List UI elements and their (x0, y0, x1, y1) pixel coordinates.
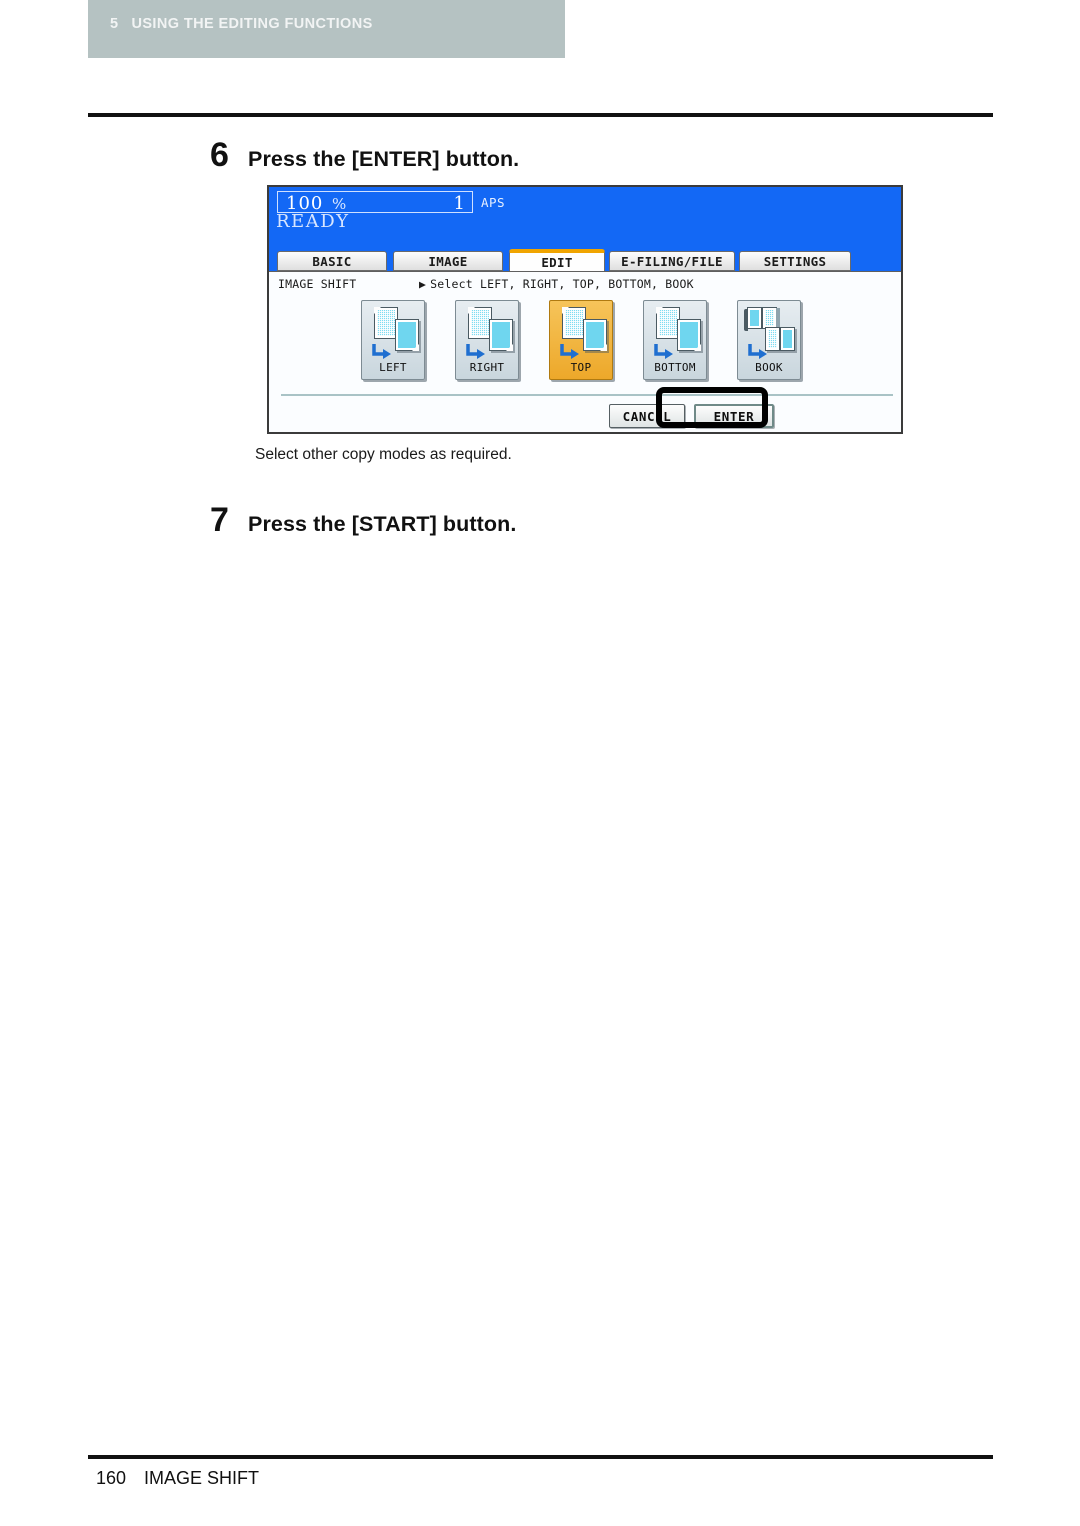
enter-button[interactable]: ENTER (694, 404, 774, 428)
step-7-number: 7 (210, 501, 229, 539)
action-bar-divider (281, 394, 893, 396)
tab-settings[interactable]: SETTINGS (739, 251, 851, 271)
machine-state-label: READY (276, 211, 350, 232)
step-7: 7 Press the [START] button. (210, 503, 516, 537)
shift-arrow-icon (560, 344, 579, 359)
page-shift-right-icon (456, 305, 518, 361)
step-6-number: 6 (210, 136, 229, 174)
paper-mode-label: APS (481, 195, 506, 210)
tab-basic[interactable]: BASIC (277, 251, 387, 271)
option-top-label: TOP (570, 361, 592, 374)
tab-efiling-file[interactable]: E-FILING/FILE (609, 251, 735, 271)
step-note: Select other copy modes as required. (255, 446, 512, 463)
option-book[interactable]: BOOK (737, 300, 801, 380)
option-left[interactable]: LEFT (361, 300, 425, 380)
chapter-banner: 5 USING THE EDITING FUNCTIONS (88, 0, 565, 58)
page-number: 160 (96, 1468, 127, 1488)
page-shift-left-icon (362, 305, 424, 361)
tab-edit[interactable]: EDIT (509, 249, 605, 271)
footer-section-label: IMAGE SHIFT (144, 1468, 260, 1488)
step-6-title: Press the [ENTER] button. (248, 147, 520, 171)
option-right[interactable]: RIGHT (455, 300, 519, 380)
page-shift-bottom-icon (644, 305, 706, 361)
option-left-label: LEFT (379, 361, 407, 374)
page-shift-top-icon (550, 305, 612, 361)
book-shift-icon (738, 305, 800, 361)
option-right-label: RIGHT (469, 361, 505, 374)
header-divider (88, 113, 993, 117)
shift-arrow-icon (654, 344, 673, 359)
hint-caret-icon: ▶ (419, 277, 427, 291)
chapter-banner-label: 5 USING THE EDITING FUNCTIONS (110, 16, 373, 32)
copy-count-value: 1 (453, 193, 465, 214)
zoom-ratio-box: 100 % 1 (277, 191, 473, 214)
shift-arrow-icon (466, 344, 485, 359)
option-bottom[interactable]: BOTTOM (643, 300, 707, 380)
step-6: 6 Press the [ENTER] button. (210, 138, 519, 172)
lcd-status-bar: 100 % 1 APS READY (269, 187, 901, 249)
chapter-number: 5 (110, 16, 119, 32)
image-shift-option-row: LEFT RIGHT TOP BOTTOM BOOK (269, 300, 901, 388)
lcd-tab-bar: BASIC IMAGE EDIT E-FILING/FILE SETTINGS (269, 249, 901, 271)
footer: 160 IMAGE SHIFT (96, 1468, 259, 1489)
copier-lcd-screen: 100 % 1 APS READY BASIC IMAGE EDIT E-FIL… (267, 185, 903, 434)
option-top[interactable]: TOP (549, 300, 613, 380)
step-7-title: Press the [START] button. (248, 512, 517, 536)
option-book-label: BOOK (755, 361, 783, 374)
function-hint: ▶ Select LEFT, RIGHT, TOP, BOTTOM, BOOK (419, 277, 694, 291)
lcd-content-panel: IMAGE SHIFT ▶ Select LEFT, RIGHT, TOP, BO… (269, 271, 901, 432)
function-hint-label: Select LEFT, RIGHT, TOP, BOTTOM, BOOK (430, 277, 694, 291)
tab-image[interactable]: IMAGE (393, 251, 503, 271)
shift-arrow-icon (748, 344, 767, 359)
cancel-button[interactable]: CANCEL (609, 404, 685, 428)
chapter-title: USING THE EDITING FUNCTIONS (131, 16, 373, 32)
function-name-label: IMAGE SHIFT (278, 277, 357, 291)
footer-divider (88, 1455, 993, 1459)
option-bottom-label: BOTTOM (654, 361, 696, 374)
shift-arrow-icon (372, 344, 391, 359)
